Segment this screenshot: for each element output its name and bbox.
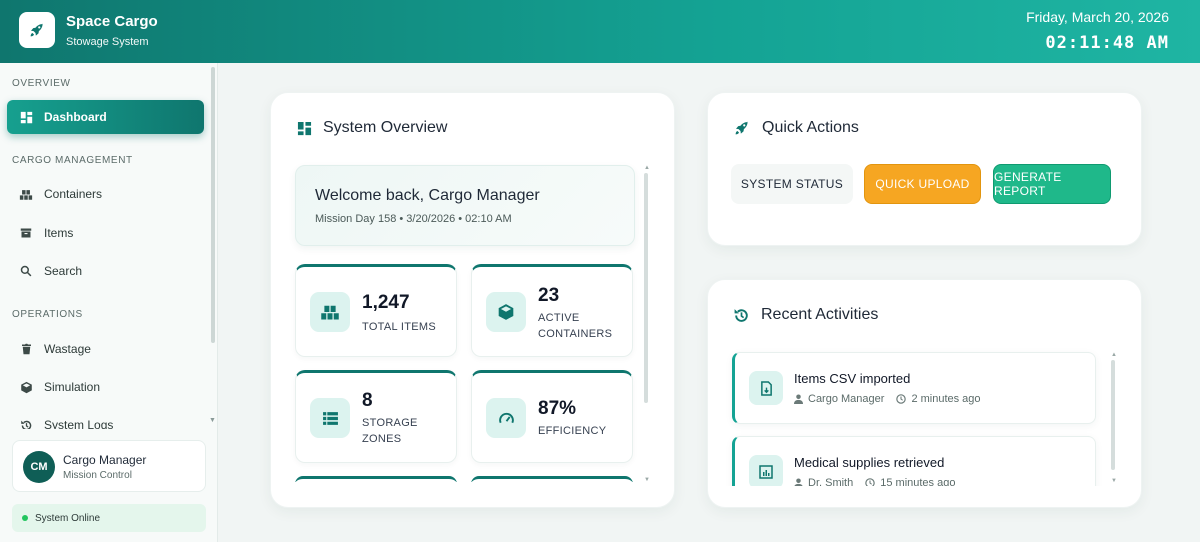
sidebar-item-items[interactable]: Items xyxy=(7,216,204,250)
status-text: System Online xyxy=(35,512,101,524)
quick-upload-button[interactable]: QUICK UPLOAD xyxy=(864,164,981,204)
stats-grid: 1,247 TOTAL ITEMS 23 ACTIVE CONTAINERS 8… xyxy=(271,258,676,482)
stat-card-peek xyxy=(471,476,633,482)
activity-list: Items CSV imported Cargo Manager 2 minut… xyxy=(708,346,1108,486)
stat-value: 8 xyxy=(362,390,373,411)
system-overview-card: System Overview Welcome back, Cargo Mana… xyxy=(270,92,675,508)
scroll-up-arrow[interactable]: ▲ xyxy=(644,165,650,171)
sidebar-item-system-logs[interactable]: System Logs xyxy=(7,408,204,429)
activity-item[interactable]: Medical supplies retrieved Dr. Smith 15 … xyxy=(732,436,1096,486)
search-icon xyxy=(19,264,33,278)
section-overview: OVERVIEW xyxy=(12,78,71,89)
clock-icon xyxy=(896,394,907,404)
recent-activities-card: Recent Activities Items CSV imported Car… xyxy=(707,279,1142,508)
activity-time: 15 minutes ago xyxy=(880,477,956,486)
sidebar-item-simulation[interactable]: Simulation xyxy=(7,370,204,404)
online-dot xyxy=(22,515,28,521)
box-icon xyxy=(486,292,526,332)
section-cargo: CARGO MANAGEMENT xyxy=(12,155,133,166)
stat-card-efficiency: 87% EFFICIENCY xyxy=(471,370,633,463)
rocket-icon xyxy=(30,23,43,37)
clock-icon xyxy=(865,478,875,486)
avatar: CM xyxy=(23,451,55,483)
dashboard-icon xyxy=(19,110,33,124)
containers-icon xyxy=(19,187,33,201)
sidebar-item-label: Wastage xyxy=(44,342,91,356)
sidebar-item-containers[interactable]: Containers xyxy=(7,177,204,211)
archive-icon xyxy=(19,226,33,240)
system-status-button[interactable]: SYSTEM STATUS xyxy=(731,164,853,204)
sidebar-nav: OVERVIEW Dashboard CARGO MANAGEMENT Cont… xyxy=(0,63,218,429)
header-clock: 02:11:48 AM xyxy=(1045,33,1169,53)
sidebar-item-label: Dashboard xyxy=(44,110,107,124)
sidebar-item-label: Containers xyxy=(44,187,103,201)
scroll-down-arrow[interactable]: ▼ xyxy=(209,417,216,424)
sidebar-item-wastage[interactable]: Wastage xyxy=(7,332,204,366)
welcome-subtitle: Mission Day 158 • 3/20/2026 • 02:10 AM xyxy=(315,213,512,225)
sidebar-item-search[interactable]: Search xyxy=(7,254,204,288)
stat-value: 23 xyxy=(538,285,560,306)
gauge-icon xyxy=(486,398,526,438)
app-logo[interactable] xyxy=(19,12,55,48)
file-import-icon xyxy=(749,371,783,405)
history-icon xyxy=(19,418,33,429)
sidebar: OVERVIEW Dashboard CARGO MANAGEMENT Cont… xyxy=(0,63,218,542)
stat-label: EFFICIENCY xyxy=(538,425,607,437)
sidebar-item-label: System Logs xyxy=(44,418,114,429)
header-date: Friday, March 20, 2026 xyxy=(1026,9,1169,25)
overview-title: System Overview xyxy=(297,119,447,137)
stat-card-active-containers: 23 ACTIVE CONTAINERS xyxy=(471,264,633,357)
sidebar-scrollbar[interactable] xyxy=(211,67,215,343)
activity-meta: Cargo Manager 2 minutes ago xyxy=(794,393,981,405)
stat-card-storage-zones: 8 STORAGE ZONES xyxy=(295,370,457,463)
user-name: Cargo Manager xyxy=(63,453,147,467)
app-subtitle: Stowage System xyxy=(66,36,149,48)
activity-user: Dr. Smith xyxy=(808,477,854,486)
list-icon xyxy=(310,398,350,438)
system-status-indicator: System Online xyxy=(12,504,206,532)
activity-meta: Dr. Smith 15 minutes ago xyxy=(794,477,955,486)
recent-activities-title: Recent Activities xyxy=(733,306,878,324)
generate-report-button[interactable]: GENERATE REPORT xyxy=(993,164,1111,204)
user-profile-card[interactable]: CM Cargo Manager Mission Control xyxy=(12,440,206,492)
activity-time: 2 minutes ago xyxy=(911,393,981,405)
rocket-icon xyxy=(733,119,751,137)
stat-card-peek xyxy=(295,476,457,482)
activities-scrollbar[interactable] xyxy=(1111,360,1115,470)
quick-actions-card: Quick Actions SYSTEM STATUS QUICK UPLOAD… xyxy=(707,92,1142,246)
app-header: Space Cargo Stowage System Friday, March… xyxy=(0,0,1200,63)
scroll-down-arrow[interactable]: ▼ xyxy=(644,477,650,483)
user-icon xyxy=(794,394,803,404)
trash-icon xyxy=(19,342,33,356)
dashboard-icon xyxy=(297,121,312,136)
boxes-icon xyxy=(310,292,350,332)
scroll-down-arrow[interactable]: ▼ xyxy=(1111,478,1117,484)
history-icon xyxy=(733,307,750,324)
sidebar-item-label: Search xyxy=(44,264,83,278)
chart-icon xyxy=(749,455,783,486)
stat-label: TOTAL ITEMS xyxy=(362,321,436,333)
stat-value: 1,247 xyxy=(362,292,410,313)
activity-title: Medical supplies retrieved xyxy=(794,455,945,470)
stat-label: ACTIVE CONTAINERS xyxy=(538,312,613,340)
welcome-banner: Welcome back, Cargo Manager Mission Day … xyxy=(295,165,635,246)
sidebar-item-dashboard[interactable]: Dashboard xyxy=(7,100,204,134)
stat-label: STORAGE ZONES xyxy=(362,417,418,445)
stat-card-total-items: 1,247 TOTAL ITEMS xyxy=(295,264,457,357)
overview-scrollbar[interactable] xyxy=(644,173,648,403)
section-operations: OPERATIONS xyxy=(12,309,83,320)
quick-actions-title: Quick Actions xyxy=(733,119,859,137)
stat-value: 87% xyxy=(538,398,577,419)
activity-user: Cargo Manager xyxy=(808,393,885,405)
user-icon xyxy=(794,478,803,486)
app-title: Space Cargo xyxy=(66,13,158,30)
welcome-title: Welcome back, Cargo Manager xyxy=(315,187,540,204)
activity-item[interactable]: Items CSV imported Cargo Manager 2 minut… xyxy=(732,352,1096,424)
sidebar-item-label: Items xyxy=(44,226,74,240)
user-role: Mission Control xyxy=(63,470,132,481)
activity-title: Items CSV imported xyxy=(794,371,911,386)
sidebar-item-label: Simulation xyxy=(44,380,101,394)
scroll-up-arrow[interactable]: ▲ xyxy=(1111,352,1117,358)
cube-icon xyxy=(19,380,33,394)
